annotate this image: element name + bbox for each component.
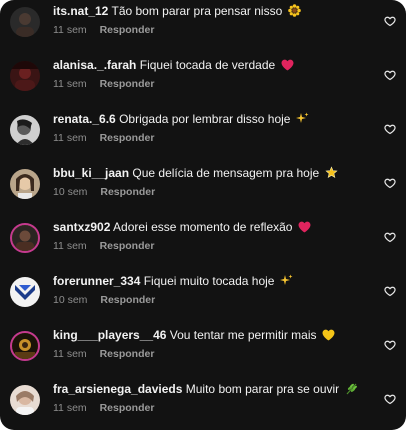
- heart-outline-icon[interactable]: [384, 68, 396, 81]
- sunflower-icon: [287, 4, 301, 21]
- avatar[interactable]: [10, 385, 40, 415]
- sparkles-icon: [295, 112, 309, 129]
- comment-timestamp: 11 sem: [53, 24, 87, 36]
- reply-button[interactable]: Responder: [100, 348, 155, 360]
- comment-text-line: forerunner_334 Fiquei muito tocada hoje: [53, 274, 366, 291]
- comment-meta: 11 sem Responder: [53, 77, 154, 91]
- sparkles-icon: [279, 274, 293, 291]
- glowing-star-icon: [324, 166, 338, 183]
- comment-body: Que delícia de mensagem pra hoje: [132, 166, 320, 180]
- avatar[interactable]: [10, 115, 40, 145]
- comment-username[interactable]: fra_arsienega_davieds: [53, 382, 182, 396]
- comment-text-line: alanisa._.farah Fiquei tocada de verdade: [53, 58, 366, 75]
- avatar[interactable]: [10, 223, 40, 253]
- comment-item: forerunner_334 Fiquei muito tocada hoje …: [0, 273, 406, 313]
- comment-text-line: its.nat_12 Tão bom parar pra pensar niss…: [53, 4, 366, 21]
- comment-username[interactable]: forerunner_334: [53, 274, 140, 288]
- comment-body: Tão bom parar pra pensar nisso: [111, 4, 283, 18]
- reply-button[interactable]: Responder: [100, 78, 155, 90]
- comment-body: Fiquei muito tocada hoje: [143, 274, 275, 288]
- comment-username[interactable]: santxz902: [53, 220, 110, 234]
- avatar[interactable]: [10, 331, 40, 361]
- reply-button[interactable]: Responder: [100, 240, 155, 252]
- comment-timestamp: 11 sem: [53, 348, 87, 360]
- comment-meta: 11 sem Responder: [53, 401, 154, 415]
- comment-timestamp: 10 sem: [53, 186, 88, 198]
- heart-outline-icon[interactable]: [384, 338, 396, 351]
- reply-button[interactable]: Responder: [100, 24, 155, 36]
- comment-body: Muito bom parar pra se ouvir: [185, 382, 340, 396]
- comment-meta: 11 sem Responder: [53, 239, 154, 253]
- comment-meta: 10 sem Responder: [53, 293, 155, 307]
- comment-timestamp: 11 sem: [53, 240, 87, 252]
- heart-outline-icon[interactable]: [384, 122, 396, 135]
- comment-text-line: renata._6.6 Obrigada por lembrar disso h…: [53, 112, 366, 129]
- comment-meta: 11 sem Responder: [53, 347, 154, 361]
- comment-username[interactable]: renata._6.6: [53, 112, 116, 126]
- comment-body: Vou tentar me permitir mais: [169, 328, 317, 342]
- comment-username[interactable]: its.nat_12: [53, 4, 108, 18]
- comment-body: Fiquei tocada de verdade: [139, 58, 276, 72]
- avatar[interactable]: [10, 61, 40, 91]
- comment-item: alanisa._.farah Fiquei tocada de verdade…: [0, 57, 406, 97]
- comment-item: fra_arsienega_davieds Muito bom parar pr…: [0, 381, 406, 421]
- comment-item: renata._6.6 Obrigada por lembrar disso h…: [0, 111, 406, 151]
- red-heart-icon: [281, 59, 294, 75]
- comment-text-line: santxz902 Adorei esse momento de reflexã…: [53, 220, 366, 237]
- avatar[interactable]: [10, 277, 40, 307]
- comment-body: Adorei esse momento de reflexão: [113, 220, 293, 234]
- reply-button[interactable]: Responder: [100, 294, 155, 306]
- comment-timestamp: 10 sem: [53, 294, 88, 306]
- comment-timestamp: 11 sem: [53, 132, 87, 144]
- comment-item: santxz902 Adorei esse momento de reflexã…: [0, 219, 406, 259]
- comment-text-line: king___players__46 Vou tentar me permiti…: [53, 328, 366, 345]
- comment-username[interactable]: bbu_ki__jaan: [53, 166, 129, 180]
- reply-button[interactable]: Responder: [100, 186, 155, 198]
- comment-username[interactable]: king___players__46: [53, 328, 166, 342]
- comment-item: king___players__46 Vou tentar me permiti…: [0, 327, 406, 367]
- comment-timestamp: 11 sem: [53, 78, 87, 90]
- heart-outline-icon[interactable]: [384, 230, 396, 243]
- heart-outline-icon[interactable]: [384, 14, 396, 27]
- reply-button[interactable]: Responder: [100, 132, 155, 144]
- comment-timestamp: 11 sem: [53, 402, 87, 414]
- reply-button[interactable]: Responder: [100, 402, 155, 414]
- heart-outline-icon[interactable]: [384, 392, 396, 405]
- comment-text-line: bbu_ki__jaan Que delícia de mensagem pra…: [53, 166, 366, 183]
- comments-panel: its.nat_12 Tão bom parar pra pensar niss…: [0, 0, 406, 430]
- comment-item: bbu_ki__jaan Que delícia de mensagem pra…: [0, 165, 406, 205]
- comment-text-line: fra_arsienega_davieds Muito bom parar pr…: [53, 382, 366, 399]
- yellow-heart-icon: [322, 329, 335, 345]
- heart-outline-icon[interactable]: [384, 284, 396, 297]
- comment-meta: 11 sem Responder: [53, 23, 154, 37]
- avatar[interactable]: [10, 7, 40, 37]
- comment-item: its.nat_12 Tão bom parar pra pensar niss…: [0, 3, 406, 43]
- comment-meta: 10 sem Responder: [53, 185, 155, 199]
- comment-body: Obrigada por lembrar disso hoje: [119, 112, 291, 126]
- red-heart-icon: [298, 221, 311, 237]
- comment-username[interactable]: alanisa._.farah: [53, 58, 136, 72]
- heart-outline-icon[interactable]: [384, 176, 396, 189]
- herb-icon: [345, 382, 358, 399]
- comment-meta: 11 sem Responder: [53, 131, 154, 145]
- avatar[interactable]: [10, 169, 40, 199]
